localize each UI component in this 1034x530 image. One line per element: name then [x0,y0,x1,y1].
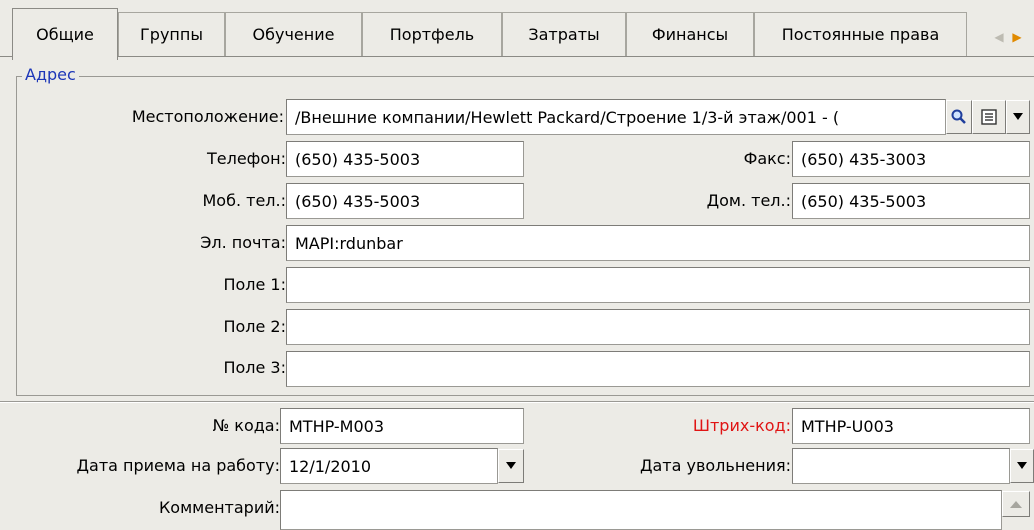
field1-input[interactable] [286,267,1030,303]
comment-field[interactable] [280,490,1002,530]
email-label: Эл. почта: [200,233,286,252]
tab-general[interactable]: Общие [12,8,118,60]
scroll-up-icon[interactable] [1002,491,1030,517]
tab-label: Затраты [528,25,600,44]
tab-label: Группы [140,25,203,44]
field1-label: Поле 1: [223,275,286,294]
tab-training[interactable]: Обучение [225,12,362,56]
tab-label: Постоянные права [781,25,940,44]
tab-label: Общие [36,25,94,44]
email-field[interactable]: MAPI:rdunbar [286,225,1030,261]
tab-label: Портфель [389,25,475,44]
tab-groups[interactable]: Группы [118,12,225,56]
tab-permanent-rights[interactable]: Постоянные права [754,12,967,56]
comment-label: Комментарий: [158,498,280,517]
mobile-field[interactable]: (650) 435-5003 [286,183,524,219]
tab-portfolio[interactable]: Портфель [362,12,502,56]
address-group-title: Адрес [22,64,79,86]
tab-costs[interactable]: Затраты [502,12,626,56]
phone-label: Телефон: [206,149,286,168]
tab-label: Финансы [651,25,729,44]
location-field[interactable]: /Внешние компании/Hewlett Packard/Строен… [286,99,946,135]
home-phone-label: Дом. тел.: [706,191,791,210]
tab-strip: Общие Группы Обучение Портфель Затраты Ф… [0,0,1034,60]
divider-highlight [0,402,1034,403]
tab-label: Обучение [252,25,335,44]
termination-label: Дата увольнения: [639,456,791,475]
barcode-label: Штрих-код: [692,416,791,435]
triangle-down-icon[interactable] [1006,100,1030,134]
fax-label: Факс: [743,149,791,168]
phone-field[interactable]: (650) 435-5003 [286,141,524,177]
form-icon[interactable] [972,100,1006,134]
field3-input[interactable] [286,351,1030,387]
tab-scroll-left-icon[interactable]: ◀ [990,24,1008,50]
termination-field[interactable] [792,448,1010,484]
tab-scroll-right-icon[interactable]: ▶ [1008,24,1026,50]
hire-date-label: Дата приема на работу: [76,456,280,475]
code-label: № кода: [212,416,280,435]
field3-label: Поле 3: [223,358,286,377]
mobile-label: Моб. тел.: [202,191,287,210]
fax-field[interactable]: (650) 435-3003 [792,141,1030,177]
home-phone-field[interactable]: (650) 435-5003 [792,183,1030,219]
field2-label: Поле 2: [223,317,286,336]
hire-date-dropdown-icon[interactable] [498,449,524,483]
barcode-field[interactable]: MTHP-U003 [792,408,1030,444]
field2-input[interactable] [286,309,1030,345]
termination-dropdown-icon[interactable] [1010,449,1034,483]
tab-finance[interactable]: Финансы [626,12,754,56]
code-field[interactable]: MTHP-M003 [280,408,524,444]
magnifier-icon[interactable] [946,100,972,134]
location-label: Местоположение: [131,107,284,126]
hire-date-field[interactable]: 12/1/2010 [280,448,498,484]
